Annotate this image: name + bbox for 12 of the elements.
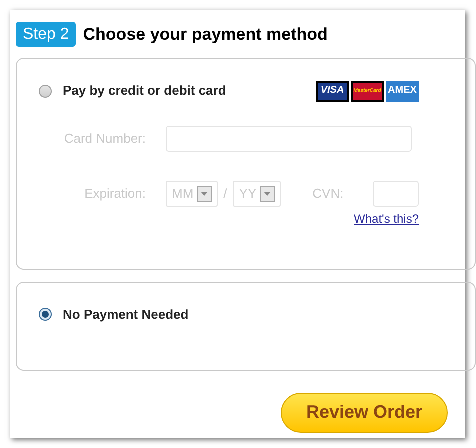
radio-button[interactable] — [39, 84, 52, 98]
caret-icon — [196, 186, 212, 202]
step-badge: Step 2 — [16, 22, 76, 48]
card-logo: AMEX — [386, 80, 419, 102]
section-title: Choose your payment method — [83, 24, 328, 46]
radio-button[interactable] — [39, 308, 52, 321]
caret-icon — [260, 186, 275, 202]
option-label[interactable]: Pay by credit or debit card — [63, 81, 226, 101]
option-label[interactable]: No Payment Needed — [63, 304, 189, 324]
review-order-button[interactable]: Review Order — [281, 392, 448, 432]
date-separator: / — [224, 184, 228, 203]
card-logo: VISA — [316, 80, 349, 102]
